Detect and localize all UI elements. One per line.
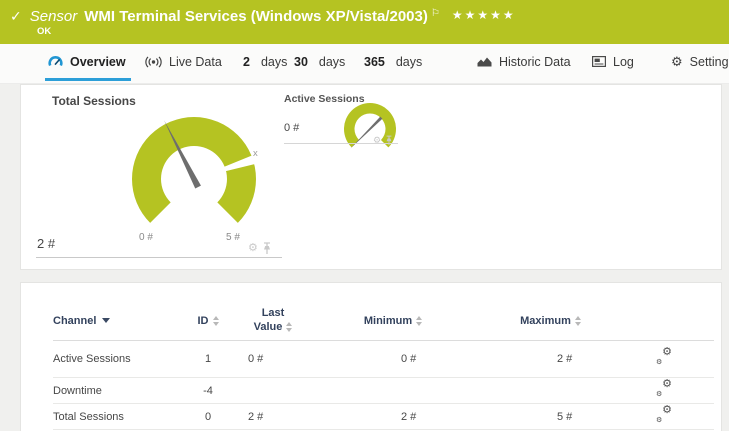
flag-icon: ⚐ xyxy=(431,8,440,19)
column-header-last-value[interactable]: Last Value xyxy=(233,307,313,335)
gauge-settings-gear-icon[interactable]: ⚙ xyxy=(248,243,258,254)
total-sessions-gauge-title: Total Sessions xyxy=(52,94,136,108)
table-row: Downtime -4 ⚙ ⚙ xyxy=(53,378,714,404)
tab-30-days[interactable]: 30 days xyxy=(294,44,345,79)
gauge-settings-gear-icon[interactable]: ⚙ xyxy=(373,136,381,145)
table-row: Total Sessions 0 2 # 2 # 5 # ⚙ ⚙ xyxy=(53,404,714,430)
column-header-id[interactable]: ID xyxy=(183,315,233,327)
last-value: 2 # xyxy=(233,411,313,423)
sensor-title-bar: ✓ Sensor WMI Terminal Services (Windows … xyxy=(0,0,729,44)
tab-365-days[interactable]: 365 days xyxy=(364,44,422,79)
sensor-name: WMI Terminal Services (Windows XP/Vista/… xyxy=(84,8,428,25)
tab-label: Historic Data xyxy=(499,55,571,69)
gauge-scale-max: 5 # xyxy=(226,232,240,243)
sort-icon xyxy=(213,316,219,326)
tab-label: Settings xyxy=(690,55,729,69)
sort-icon xyxy=(416,316,422,326)
object-kind-label: Sensor xyxy=(30,8,78,25)
log-icon xyxy=(592,56,606,67)
tab-log[interactable]: Log xyxy=(592,44,634,79)
tab-settings[interactable]: ⚙ Settings xyxy=(671,44,729,79)
tab-number: 30 xyxy=(294,55,308,69)
channel-id: 0 xyxy=(183,411,233,423)
table-row: Active Sessions 1 0 # 0 # 2 # ⚙ ⚙ xyxy=(53,341,714,378)
column-header-channel[interactable]: Channel xyxy=(53,315,183,327)
live-data-icon xyxy=(145,56,162,68)
channel-settings-gears-icon[interactable]: ⚙ ⚙ xyxy=(656,382,672,397)
sort-desc-icon xyxy=(102,318,110,323)
priority-stars[interactable]: ★★★★★ xyxy=(452,8,516,22)
sort-icon xyxy=(286,322,292,332)
channel-name[interactable]: Downtime xyxy=(53,385,183,397)
tab-label: Log xyxy=(613,55,634,69)
tab-label: Live Data xyxy=(169,55,222,69)
tab-number: 2 xyxy=(243,55,250,69)
column-header-minimum[interactable]: Minimum xyxy=(313,315,473,327)
status-badge: OK xyxy=(37,26,51,37)
tab-overview[interactable]: Overview xyxy=(48,44,126,79)
minimum-value: 2 # xyxy=(313,411,473,423)
tab-label: days xyxy=(396,55,422,69)
total-sessions-current-value: 2 # xyxy=(37,236,55,251)
table-header-row: Channel ID Last Value Minimum xyxy=(53,301,714,341)
channel-settings-gears-icon[interactable]: ⚙ ⚙ xyxy=(656,408,672,423)
column-header-maximum[interactable]: Maximum xyxy=(473,315,628,327)
tab-historic-data[interactable]: Historic Data xyxy=(477,44,571,79)
maximum-value: 2 # xyxy=(473,353,628,365)
total-sessions-gauge: x xyxy=(109,113,279,245)
pin-icon[interactable] xyxy=(385,135,393,146)
gauge-scale-min: 0 # xyxy=(139,232,153,243)
gauge-baseline xyxy=(36,257,282,258)
channel-table: Channel ID Last Value Minimum xyxy=(53,301,714,430)
ok-check-icon: ✓ xyxy=(10,8,22,25)
tab-label: days xyxy=(319,55,345,69)
channel-settings-gears-icon[interactable]: ⚙ ⚙ xyxy=(656,350,672,365)
active-sessions-current-value: 0 # xyxy=(284,122,299,134)
channel-id: -4 xyxy=(183,385,233,397)
gear-icon: ⚙ xyxy=(671,55,683,68)
tab-2-days[interactable]: 2 days xyxy=(243,44,287,79)
tab-label: Overview xyxy=(70,55,126,69)
gauge-arc xyxy=(132,117,256,223)
minimum-value: 0 # xyxy=(313,353,473,365)
tab-number: 365 xyxy=(364,55,385,69)
gauge-icon xyxy=(48,56,63,67)
maximum-value: 5 # xyxy=(473,411,628,423)
gauge-corner-icons: ⚙ xyxy=(248,242,272,255)
tab-bar: Overview Live Data 2 days 30 days 365 da… xyxy=(0,44,729,84)
channel-name[interactable]: Active Sessions xyxy=(53,353,183,365)
sort-icon xyxy=(575,316,581,326)
active-sessions-gauge xyxy=(338,97,402,161)
gauges-panel: Total Sessions x 0 # 5 # 2 # ⚙ Active Se… xyxy=(20,84,722,270)
channel-name[interactable]: Total Sessions xyxy=(53,411,183,423)
channel-table-panel: Channel ID Last Value Minimum xyxy=(20,282,722,431)
tab-label: days xyxy=(261,55,287,69)
historic-data-icon xyxy=(477,56,492,67)
tab-live-data[interactable]: Live Data xyxy=(145,44,222,79)
pin-icon[interactable] xyxy=(262,242,272,255)
channel-id: 1 xyxy=(183,353,233,365)
gauge-corner-icons: ⚙ xyxy=(373,135,393,146)
gauge-marker-label: x xyxy=(253,148,258,159)
last-value: 0 # xyxy=(233,353,313,365)
